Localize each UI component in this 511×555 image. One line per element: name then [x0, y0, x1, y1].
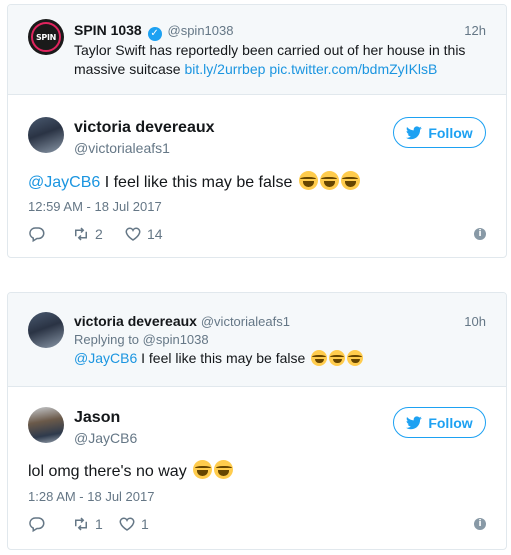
tears-of-joy-emoji-icon: [311, 350, 328, 366]
embedded-tweet-2: victoria devereaux @victorialeafs1 10h R…: [7, 292, 507, 550]
quoted-author-name[interactable]: SPIN 1038: [74, 22, 142, 38]
tweet-timestamp[interactable]: 1:28 AM - 18 Jul 2017: [28, 489, 154, 504]
reply-icon: [29, 517, 45, 533]
quoted-author[interactable]: SPIN 1038 ✓ @spin1038: [74, 22, 233, 41]
quoted-author-handle[interactable]: @spin1038: [168, 23, 234, 38]
heart-icon: [119, 517, 135, 531]
mention-link[interactable]: @JayCB6: [74, 350, 137, 366]
retweet-button[interactable]: 1: [72, 515, 103, 533]
quoted-author[interactable]: victoria devereaux @victorialeafs1: [74, 313, 290, 329]
victoria-avatar[interactable]: [28, 117, 64, 153]
replying-to-handle[interactable]: @spin1038: [143, 332, 209, 347]
heart-icon: [125, 227, 141, 241]
tweet-timestamp[interactable]: 12:59 AM - 18 Jul 2017: [28, 199, 162, 214]
tears-of-joy-emoji-icon: [298, 171, 318, 190]
like-button[interactable]: 1: [118, 515, 149, 533]
tweet-text: lol omg there's no way: [28, 460, 234, 481]
tears-of-joy-emoji-icon: [340, 171, 360, 190]
retweet-icon: [75, 227, 87, 241]
retweet-button[interactable]: 2: [72, 225, 103, 243]
mention-link[interactable]: @JayCB6: [28, 174, 100, 191]
author-handle[interactable]: @victorialeafs1: [74, 140, 170, 156]
jason-avatar[interactable]: [28, 407, 64, 443]
quoted-author-handle[interactable]: @victorialeafs1: [201, 314, 290, 329]
retweet-count: 1: [95, 516, 103, 532]
like-count: 1: [141, 516, 149, 532]
tears-of-joy-emoji-icon: [193, 460, 213, 479]
replying-prefix: Replying to: [74, 332, 143, 347]
follow-label: Follow: [428, 124, 473, 141]
tweet-body: I feel like this may be false: [100, 174, 297, 191]
spin-logo-text: SPIN: [35, 32, 57, 42]
follow-button[interactable]: Follow: [393, 117, 486, 148]
like-button[interactable]: 14: [124, 225, 163, 243]
author-name[interactable]: victoria devereaux: [74, 119, 215, 137]
quoted-time[interactable]: 10h: [464, 314, 486, 329]
info-icon[interactable]: i: [474, 518, 486, 530]
like-count: 14: [147, 226, 163, 242]
author-name[interactable]: Jason: [74, 409, 120, 427]
quoted-tweet[interactable]: victoria devereaux @victorialeafs1 10h R…: [8, 293, 506, 387]
victoria-avatar[interactable]: [28, 312, 64, 348]
author-handle[interactable]: @JayCB6: [74, 430, 137, 446]
tears-of-joy-emoji-icon: [214, 460, 234, 479]
twitter-bird-icon: [406, 415, 423, 429]
tears-of-joy-emoji-icon: [329, 350, 346, 366]
replying-to: Replying to @spin1038: [74, 332, 209, 347]
verified-badge-icon: ✓: [147, 27, 162, 41]
tears-of-joy-emoji-icon: [319, 171, 339, 190]
spin-1038-avatar[interactable]: SPIN: [28, 19, 64, 55]
retweet-icon: [75, 517, 87, 531]
quoted-text-body: I feel like this may be false: [137, 350, 310, 366]
info-icon[interactable]: i: [474, 228, 486, 240]
quoted-link-bitly[interactable]: bit.ly/2urrbep: [184, 61, 265, 77]
reply-button[interactable]: [28, 515, 46, 533]
tears-of-joy-emoji-icon: [347, 350, 364, 366]
spin-logo-ring: SPIN: [31, 22, 61, 52]
tweet-body: lol omg there's no way: [28, 463, 192, 480]
quoted-text: @JayCB6 I feel like this may be false: [74, 349, 364, 368]
tweet-actions: 2 14 i: [28, 225, 486, 245]
tweet-actions: 1 1 i: [28, 515, 486, 535]
quoted-link-pic[interactable]: pic.twitter.com/bdmZyIKlsB: [269, 61, 437, 77]
quoted-time[interactable]: 12h: [464, 23, 486, 38]
follow-label: Follow: [428, 414, 473, 431]
quoted-tweet[interactable]: SPIN SPIN 1038 ✓ @spin1038 12h Taylor Sw…: [8, 5, 506, 95]
quoted-text: Taylor Swift has reportedly been carried…: [74, 41, 484, 79]
reply-button[interactable]: [28, 225, 46, 243]
embedded-tweet-1: SPIN SPIN 1038 ✓ @spin1038 12h Taylor Sw…: [7, 4, 507, 258]
twitter-bird-icon: [406, 125, 423, 139]
retweet-count: 2: [95, 226, 103, 242]
tweet-text: @JayCB6 I feel like this may be false: [28, 171, 360, 192]
quoted-author-name[interactable]: victoria devereaux: [74, 313, 197, 329]
follow-button[interactable]: Follow: [393, 407, 486, 438]
reply-icon: [29, 227, 45, 243]
